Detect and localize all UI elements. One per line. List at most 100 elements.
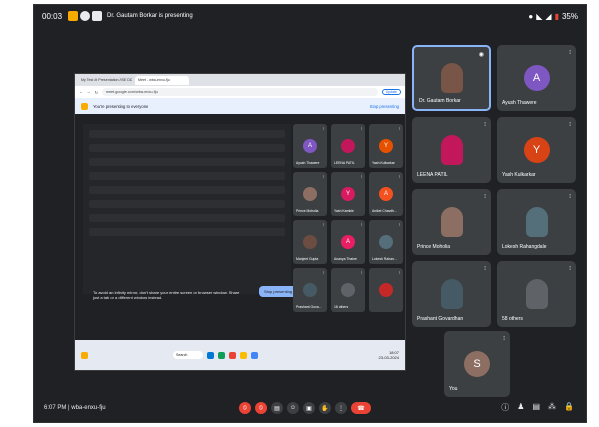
pin-icon: ⁝ xyxy=(322,270,324,275)
battery-percent: 35% xyxy=(561,11,578,21)
speaking-icon[interactable]: ◉ xyxy=(479,51,484,58)
browser-tab-strip: My Test /# Presentation /ISE DD 2 Meet -… xyxy=(75,74,405,86)
pin-icon[interactable]: ⁝ xyxy=(569,49,571,56)
pin-icon[interactable]: ⁝ xyxy=(503,335,505,342)
shared-participant-tile: 18 others ⁝ xyxy=(331,268,365,312)
taskbar-search[interactable]: Search xyxy=(173,351,203,359)
participant-avatar: Y xyxy=(523,137,550,163)
forward-icon[interactable]: → xyxy=(87,90,91,94)
participant-grid: Dr. Gautam Borkar ◉ A Ayush Thawere ⁝ LEENA P… xyxy=(412,45,576,327)
shared-participant-name: Prince Moholia xyxy=(296,209,319,213)
participant-tile[interactable]: Dr. Gautam Borkar ◉ xyxy=(412,45,491,111)
wifi-icon: ◣ xyxy=(536,11,543,21)
shared-participant-name: Manjeet Gupta xyxy=(296,257,319,261)
self-tile[interactable]: S ⁝ You xyxy=(444,331,510,397)
presenting-label: Dr. Gautam Borkar is presenting xyxy=(107,13,193,19)
pin-icon: ⁝ xyxy=(322,222,324,227)
participant-tile[interactable]: 58 others ⁝ xyxy=(497,261,576,327)
more-options-icon[interactable]: ⋮ xyxy=(335,402,347,414)
present-icon xyxy=(81,102,88,110)
mic-off-icon[interactable]: ⦸ xyxy=(239,402,251,414)
pin-icon[interactable]: ⁝ xyxy=(569,265,571,272)
people-icon[interactable]: ♟ xyxy=(517,402,524,413)
shared-participant-tile: Prashant Gova... ⁝ xyxy=(293,268,327,312)
chat-icon[interactable]: ▤ xyxy=(532,402,540,413)
participant-name: LEENA PATIL xyxy=(417,172,448,178)
taskbar-clock: 18:07 23-03-2024 xyxy=(379,350,399,360)
participant-photo xyxy=(440,279,463,309)
participant-tile[interactable]: Y Yash Kulkarkar ⁝ xyxy=(497,117,576,183)
pin-icon: ⁝ xyxy=(360,270,362,275)
person-icon xyxy=(80,11,91,21)
participant-tile[interactable]: Lokesh Rahangdale ⁝ xyxy=(497,189,576,255)
status-icons: ● ◣ ◢ ▮ 35% xyxy=(528,12,578,21)
shared-participant-name: LEENA PATIL xyxy=(334,161,355,165)
reload-icon[interactable]: ↻ xyxy=(95,90,98,95)
emoji-icon[interactable]: ☺ xyxy=(287,402,299,414)
meeting-info: 6:07 PM | wba-enxu-fju xyxy=(44,405,106,411)
shared-screen: My Test /# Presentation /ISE DD 2 Meet -… xyxy=(74,73,406,371)
camera-off-icon[interactable]: ⦸ xyxy=(255,402,267,414)
taskbar-app-icon[interactable] xyxy=(218,351,225,359)
pin-icon: ⁝ xyxy=(360,222,362,227)
self-avatar: S xyxy=(464,351,490,377)
meet-bottom-bar: 6:07 PM | wba-enxu-fju ⦸ ⦸ ▤ ☺ ▣ ✋ ⋮ ☎ ⓘ… xyxy=(34,394,586,422)
browser-tab-active[interactable]: Meet - wba-enxu-fju xyxy=(135,75,189,85)
infinity-mirror xyxy=(83,124,291,294)
taskbar-app-icon[interactable] xyxy=(207,351,214,359)
lock-icon[interactable]: 🔒 xyxy=(564,402,574,413)
activities-icon[interactable]: ⁂ xyxy=(548,402,556,413)
participant-tile[interactable]: LEENA PATIL ⁝ xyxy=(412,117,491,183)
shared-participant-tile: Y Yash Kulkarkar ⁝ xyxy=(369,124,403,168)
pin-icon[interactable]: ⁝ xyxy=(569,121,571,128)
shared-participant-tile: Prince Moholia ⁝ xyxy=(293,172,327,216)
chrome-icon[interactable] xyxy=(251,351,258,359)
pin-icon[interactable]: ⁝ xyxy=(569,193,571,200)
shared-participant-grid: A Ayush Thawere ⁝ LEENA PATIL ⁝ Y Yash Kulkark… xyxy=(293,124,403,320)
pin-icon: ⁝ xyxy=(360,174,362,179)
pin-icon: ⁝ xyxy=(398,126,400,131)
browser-tab[interactable]: My Test /# Presentation /ISE DD 2 xyxy=(78,76,132,85)
update-button[interactable]: Update xyxy=(381,89,401,95)
participant-tile[interactable]: A Ayush Thawere ⁝ xyxy=(497,45,576,111)
shared-participant-name: Prashant Gova... xyxy=(296,305,322,309)
taskbar-app-icon[interactable] xyxy=(229,351,236,359)
stop-presenting-button[interactable]: Stop presenting xyxy=(259,286,298,297)
pin-icon: ⁝ xyxy=(322,174,324,179)
status-time: 00:03 xyxy=(42,11,63,21)
shared-participant-avatar xyxy=(379,235,393,249)
shared-participant-avatar: A xyxy=(303,139,317,153)
taskbar-app-icon[interactable] xyxy=(240,351,247,359)
pin-icon: ⁝ xyxy=(360,126,362,131)
present-icon[interactable]: ▣ xyxy=(303,402,315,414)
shared-participant-avatar: A xyxy=(341,235,355,249)
participant-photo xyxy=(440,207,463,237)
participant-tile[interactable]: Prashant Govardhan ⁝ xyxy=(412,261,491,327)
start-icon[interactable] xyxy=(162,352,169,359)
mirror-warning: To avoid an infinity mirror, don't share… xyxy=(93,290,240,300)
shared-participant-tile: LEENA PATIL ⁝ xyxy=(331,124,365,168)
shared-participant-avatar xyxy=(303,283,317,297)
captions-icon[interactable]: ▤ xyxy=(271,402,283,414)
shared-participant-avatar xyxy=(303,235,317,249)
end-call-icon[interactable]: ☎ xyxy=(351,402,371,414)
signal-icon: ◢ xyxy=(545,11,552,21)
present-icon xyxy=(92,11,103,21)
shared-participant-name: Yash Kulkarkar xyxy=(372,161,395,165)
banner-text: You're presenting to everyone xyxy=(93,103,149,109)
shared-participant-avatar: Y xyxy=(341,187,355,201)
address-bar[interactable]: meet.google.com/wba-enxu-fju xyxy=(101,88,378,96)
pin-icon[interactable]: ⁝ xyxy=(484,121,486,128)
info-icon[interactable]: ⓘ xyxy=(501,402,509,413)
pin-icon[interactable]: ⁝ xyxy=(484,193,486,200)
shared-participant-avatar: A xyxy=(379,187,393,201)
participant-tile[interactable]: Prince Moholia ⁝ xyxy=(412,189,491,255)
participant-photo xyxy=(525,207,548,237)
shared-participant-avatar: Y xyxy=(379,139,393,153)
banner-stop-link[interactable]: Stop presenting xyxy=(370,104,399,109)
pin-icon[interactable]: ⁝ xyxy=(484,265,486,272)
back-icon[interactable]: ← xyxy=(79,90,83,94)
meet-screen: 00:03 Dr. Gautam Borkar is presenting ● … xyxy=(33,4,587,423)
shared-participant-tile: Manjeet Gupta ⁝ xyxy=(293,220,327,264)
raise-hand-icon[interactable]: ✋ xyxy=(319,402,331,414)
